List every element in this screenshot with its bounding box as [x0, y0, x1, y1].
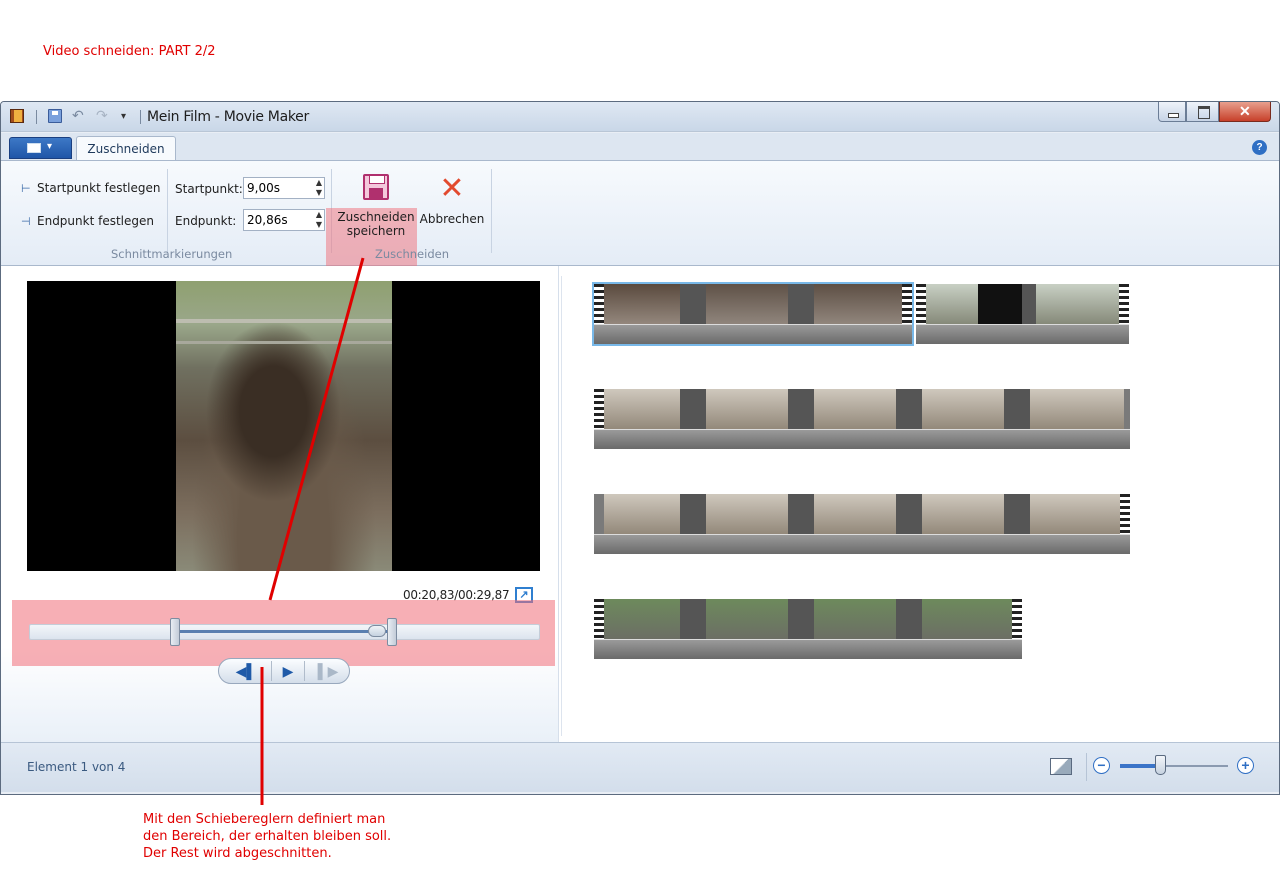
- end-point-input[interactable]: 20,86s ▲ ▼: [243, 209, 325, 231]
- play-button[interactable]: ▶: [271, 661, 305, 681]
- pane-divider: [561, 276, 562, 736]
- thumbnail-size-icon[interactable]: [1050, 758, 1072, 775]
- video-preview[interactable]: [27, 281, 540, 571]
- zoom-slider-fill: [1120, 764, 1160, 768]
- undo-icon[interactable]: ↶: [72, 107, 86, 123]
- playhead-handle[interactable]: [368, 625, 386, 637]
- movie-maker-window: ↶ ↷ ▾ Mein Film - Movie Maker ✕ ▾ Zuschn…: [0, 101, 1280, 795]
- zoom-out-icon[interactable]: −: [1093, 757, 1110, 774]
- zoom-slider-thumb[interactable]: [1155, 755, 1166, 775]
- titlebar-divider: [140, 110, 141, 124]
- status-bar: Element 1 von 4 − +: [1, 742, 1279, 792]
- start-trim-handle[interactable]: [170, 618, 180, 646]
- end-point-value: 20,86s: [247, 213, 288, 227]
- start-point-input[interactable]: 9,00s ▲ ▼: [243, 177, 325, 199]
- fence-rail: [176, 341, 392, 344]
- start-point-value: 9,00s: [247, 181, 280, 195]
- save-icon: [363, 174, 389, 200]
- close-icon: ✕: [1239, 103, 1251, 119]
- preview-pane: 00:20,83/00:29,87 ↗ ◀▌ ▶ ▌▶: [1, 266, 559, 742]
- maximize-button[interactable]: [1186, 102, 1219, 122]
- set-end-label: Endpunkt festlegen: [37, 214, 154, 228]
- ribbon-divider: [167, 169, 168, 253]
- workspace: 00:20,83/00:29,87 ↗ ◀▌ ▶ ▌▶: [1, 266, 1279, 742]
- window-title: Mein Film - Movie Maker: [147, 109, 309, 125]
- ribbon-divider: [491, 169, 492, 253]
- spin-arrows-icon[interactable]: ▲ ▼: [316, 210, 322, 230]
- status-text: Element 1 von 4: [27, 760, 126, 774]
- cancel-button[interactable]: ✕ Abbrechen: [417, 171, 487, 227]
- ribbon: ⊢ Startpunkt festlegen ⊣ Endpunkt festlege…: [1, 160, 1279, 312]
- tab-zuschneiden[interactable]: Zuschneiden: [76, 136, 176, 162]
- clip-3[interactable]: [594, 389, 1130, 449]
- film-icon: [10, 109, 24, 123]
- save-trim-button[interactable]: Zuschneiden speichern: [335, 174, 417, 238]
- group-label-markers: Schnittmarkierungen: [111, 247, 233, 261]
- set-end-icon: ⊣: [21, 215, 31, 228]
- menu-icon: [27, 143, 41, 153]
- trim-selection-range: [177, 630, 391, 633]
- end-point-label: Endpunkt:: [175, 214, 237, 228]
- video-frame-image: [176, 281, 392, 571]
- close-button[interactable]: ✕: [1219, 102, 1271, 122]
- audio-waveform: [594, 639, 1022, 659]
- title-bar: ↶ ↷ ▾ Mein Film - Movie Maker ✕: [1, 102, 1279, 132]
- audio-waveform: [594, 324, 912, 344]
- zoom-in-icon[interactable]: +: [1237, 757, 1254, 774]
- clip-3-continued[interactable]: [594, 494, 1130, 554]
- audio-waveform: [916, 324, 1129, 344]
- fence-rail: [176, 319, 392, 323]
- previous-frame-button[interactable]: ◀▌: [229, 661, 263, 681]
- cancel-label: Abbrechen: [419, 212, 485, 226]
- ribbon-tab-row: ▾ Zuschneiden ?: [1, 133, 1279, 162]
- playback-controls: ◀▌ ▶ ▌▶: [218, 658, 350, 684]
- clip-2[interactable]: [916, 284, 1129, 344]
- next-frame-button[interactable]: ▌▶: [313, 661, 343, 681]
- statusbar-divider: [1086, 753, 1087, 781]
- redo-icon[interactable]: ↷: [96, 107, 110, 123]
- end-trim-handle[interactable]: [387, 618, 397, 646]
- chevron-down-icon: ▾: [47, 141, 53, 152]
- start-point-label: Startpunkt:: [175, 182, 243, 196]
- save-trim-label: Zuschneiden speichern: [337, 210, 415, 238]
- application-menu-button[interactable]: ▾: [9, 137, 72, 159]
- customize-quick-access-icon[interactable]: ▾: [121, 111, 135, 125]
- audio-waveform: [594, 534, 1130, 554]
- set-start-icon: ⊢: [21, 182, 31, 195]
- clip-4[interactable]: [594, 599, 1022, 659]
- set-start-label: Startpunkt festlegen: [37, 181, 161, 195]
- audio-waveform: [594, 429, 1130, 449]
- minimize-button[interactable]: [1158, 102, 1186, 122]
- annotation-note: Mit den Schiebereglern definiert man den…: [143, 812, 392, 861]
- help-icon[interactable]: ?: [1252, 140, 1267, 155]
- set-end-button[interactable]: ⊣ Endpunkt festlegen: [21, 214, 154, 228]
- clip-1[interactable]: [594, 284, 912, 344]
- spin-arrows-icon[interactable]: ▲ ▼: [316, 178, 322, 198]
- annotation-title: Video schneiden: PART 2/2: [43, 44, 216, 59]
- quick-save-icon[interactable]: [48, 109, 62, 123]
- cancel-icon: ✕: [439, 171, 465, 206]
- titlebar-divider: [36, 110, 37, 124]
- group-label-trim: Zuschneiden: [375, 247, 449, 261]
- set-start-button[interactable]: ⊢ Startpunkt festlegen: [21, 181, 161, 195]
